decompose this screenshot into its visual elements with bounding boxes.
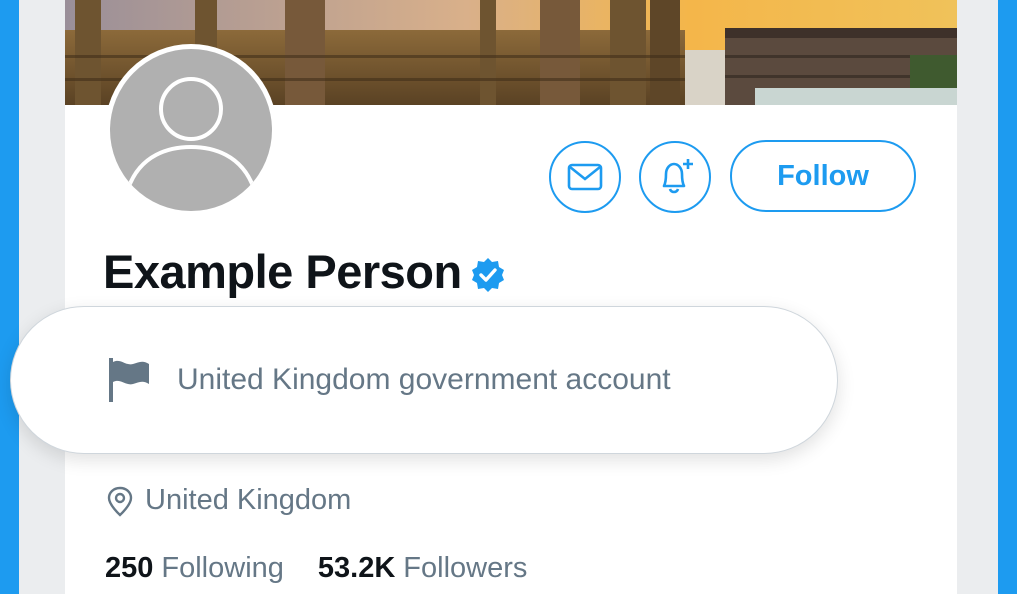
bell-plus-icon bbox=[662, 159, 693, 194]
message-button[interactable] bbox=[549, 141, 621, 213]
page-gutter-right bbox=[957, 0, 998, 594]
followers-label: Followers bbox=[403, 552, 528, 584]
location-text: United Kingdom bbox=[145, 484, 352, 516]
follow-button[interactable]: Follow bbox=[730, 140, 916, 212]
location-pin-icon bbox=[107, 486, 133, 517]
profile-avatar[interactable] bbox=[105, 44, 277, 216]
followers-stat[interactable]: 53.2K Followers bbox=[318, 552, 527, 585]
notify-button[interactable] bbox=[639, 141, 711, 213]
followers-count: 53.2K bbox=[317, 552, 396, 584]
page-gutter-left bbox=[19, 0, 65, 594]
verified-badge-icon bbox=[471, 257, 504, 292]
following-count: 250 bbox=[105, 552, 154, 584]
profile-location: United Kingdom bbox=[105, 484, 351, 517]
frame-left-border bbox=[0, 0, 19, 594]
flag-icon bbox=[109, 358, 149, 402]
follow-stats: 250 Following 53.2K Followers bbox=[105, 552, 561, 585]
account-label-badge: United Kingdom government account bbox=[10, 306, 838, 454]
envelope-icon bbox=[567, 163, 603, 191]
profile-name-row: Example Person bbox=[103, 244, 506, 299]
following-label: Following bbox=[161, 552, 284, 584]
profile-name: Example Person bbox=[103, 245, 462, 298]
frame-right-border bbox=[998, 0, 1017, 594]
profile-card: Follow Example Person United Kingdom 250… bbox=[65, 0, 957, 594]
account-label-text: United Kingdom government account bbox=[177, 363, 671, 396]
default-avatar-icon bbox=[110, 49, 272, 211]
following-stat[interactable]: 250 Following bbox=[105, 552, 284, 585]
